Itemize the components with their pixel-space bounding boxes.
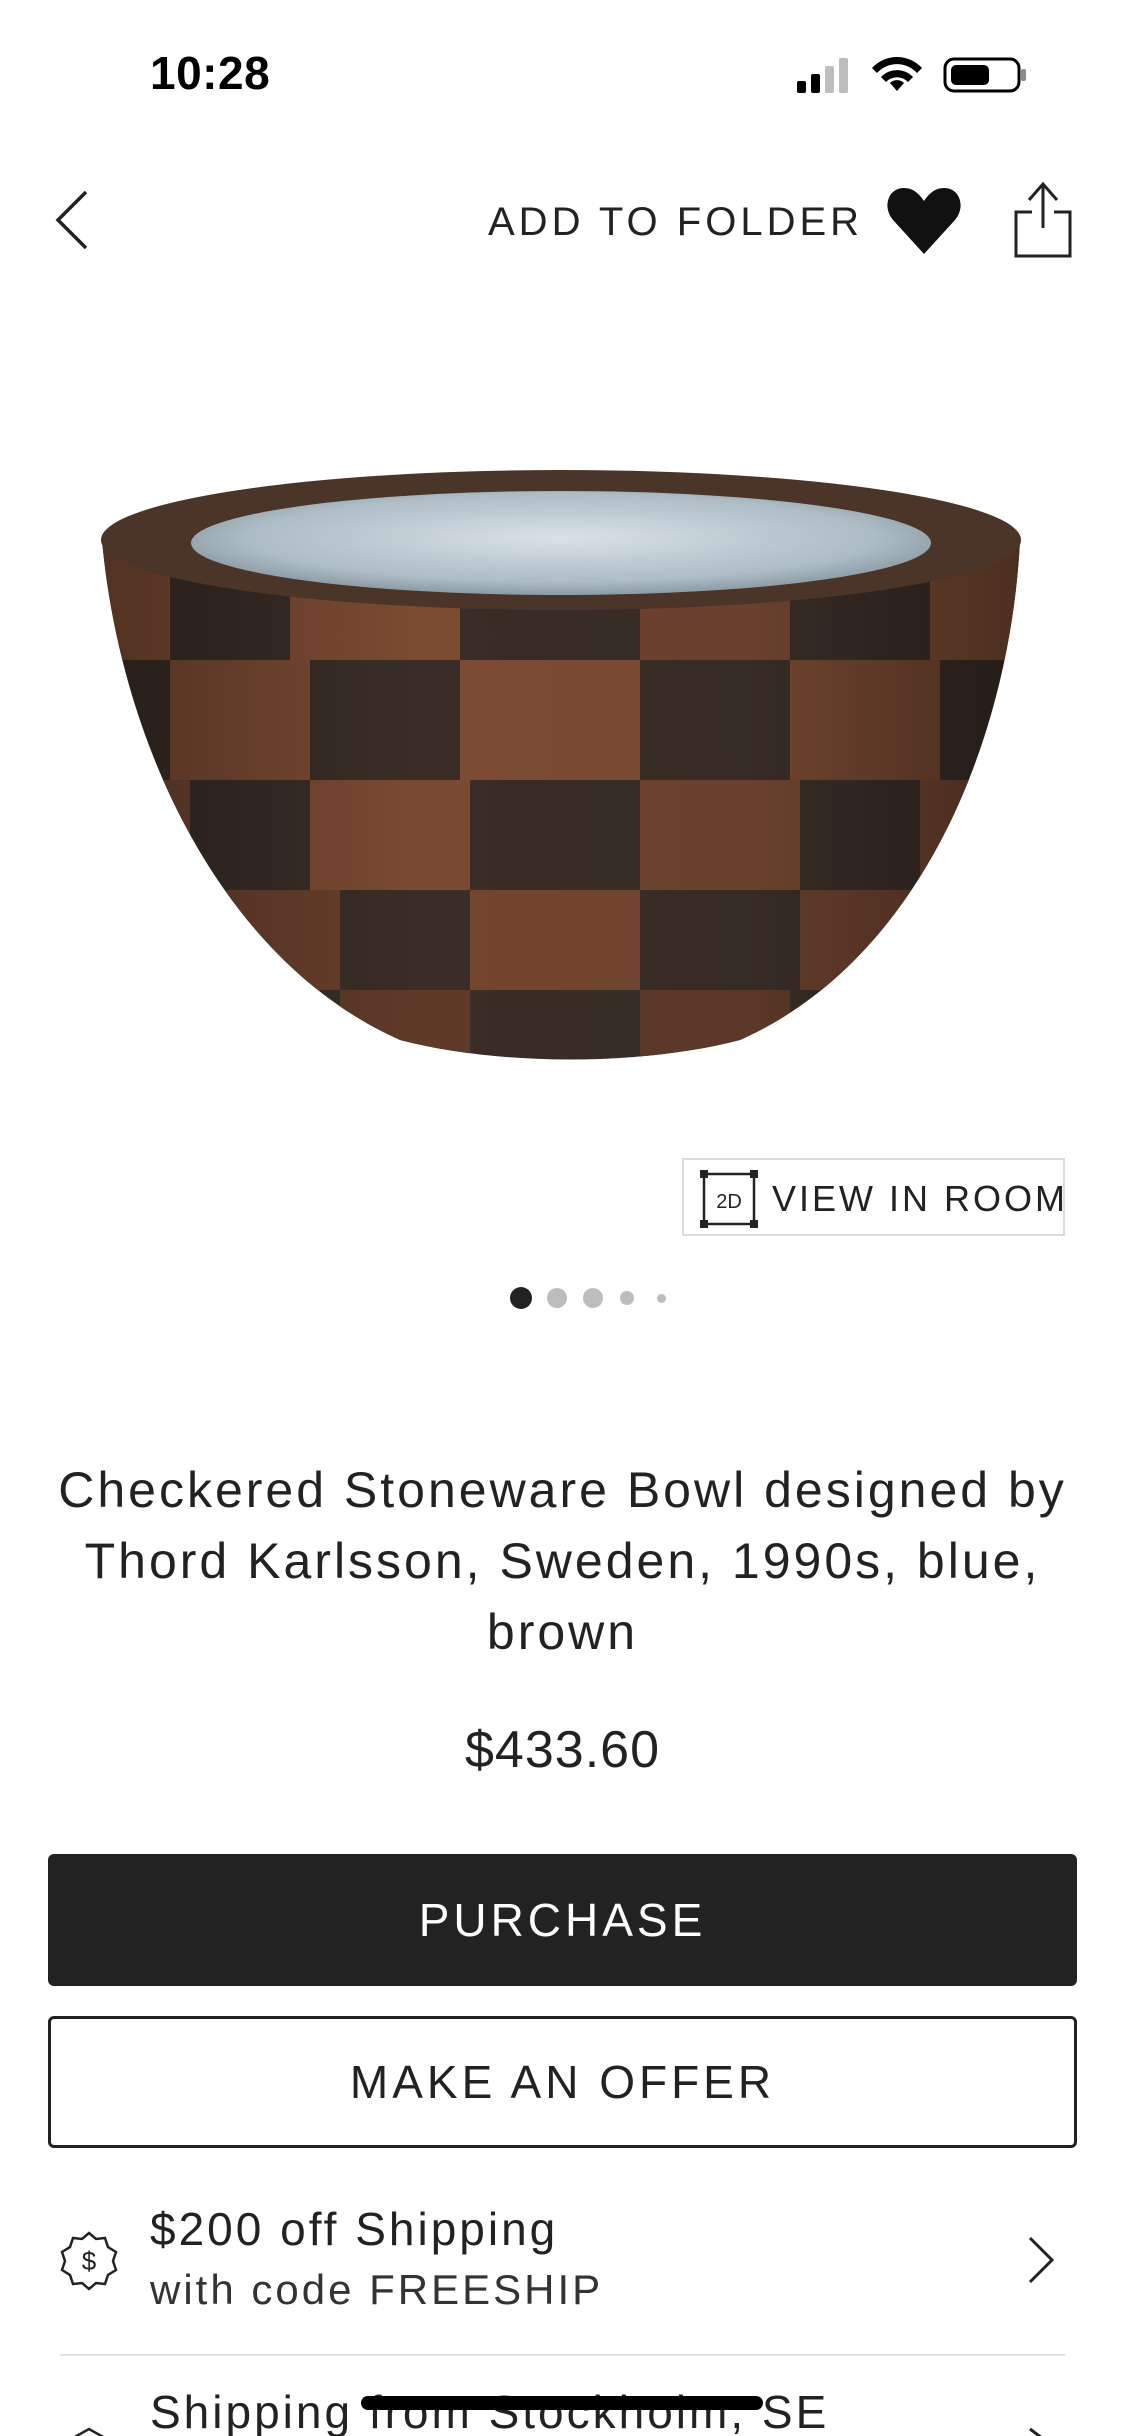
pager-dot[interactable] (620, 1291, 634, 1305)
status-bar: 10:28 (0, 0, 1125, 150)
make-offer-button[interactable]: MAKE AN OFFER (48, 2016, 1077, 2148)
divider (60, 2354, 1065, 2356)
2d-view-icon: 2D (700, 1170, 758, 1228)
pager-dot-active[interactable] (510, 1287, 532, 1309)
pager-dot[interactable] (583, 1288, 603, 1308)
2d-icon-text: 2D (716, 1191, 742, 1213)
shipping-origin-text: Shipping from Stockholm, SE (150, 2386, 830, 2436)
product-detail-screen: 10:28 ADD TO FOLDER 2D VIEW IN ROOM Chec… (0, 0, 1125, 2436)
nav-bar: ADD TO FOLDER (0, 170, 1125, 270)
box-icon (73, 2427, 105, 2436)
promo-title: $200 off Shipping (150, 2203, 559, 2255)
status-icons (797, 55, 1027, 95)
favorite-button[interactable] (884, 180, 964, 260)
add-to-folder-button[interactable]: ADD TO FOLDER (488, 200, 863, 245)
promo-code-text: with code FREESHIP (150, 2266, 604, 2313)
product-image[interactable] (80, 440, 1040, 1080)
view-in-room-label: VIEW IN ROOM (772, 1178, 1068, 1219)
chevron-left-icon (55, 190, 88, 250)
chevron-right-icon (1028, 2236, 1055, 2284)
heart-icon (887, 188, 961, 254)
purchase-button[interactable]: PURCHASE (48, 1854, 1077, 1986)
product-price: $433.60 (465, 1721, 660, 1779)
cellular-signal-icon (797, 57, 1026, 93)
home-indicator (361, 2396, 763, 2410)
pager-dot[interactable] (547, 1288, 567, 1308)
shipping-promo-row[interactable]: $ $200 off Shipping with code FREESHIP (0, 2180, 1125, 2355)
wifi-icon (872, 57, 922, 91)
dollar-badge-icon: $ (60, 2231, 118, 2291)
product-title: Checkered Stoneware Bowl designed by Tho… (58, 1462, 1067, 1660)
bowl-image (101, 470, 1021, 1060)
battery-icon (943, 57, 1026, 93)
image-pager[interactable] (510, 1286, 690, 1312)
svg-text:$: $ (82, 2246, 97, 2276)
view-in-room-button[interactable]: 2D VIEW IN ROOM (682, 1158, 1065, 1236)
pager-dot[interactable] (657, 1294, 666, 1303)
status-time: 10:28 (150, 47, 271, 99)
share-button[interactable] (1010, 176, 1076, 260)
back-button[interactable] (40, 180, 110, 260)
share-icon (1014, 181, 1072, 258)
chevron-right-icon (1029, 2427, 1042, 2436)
